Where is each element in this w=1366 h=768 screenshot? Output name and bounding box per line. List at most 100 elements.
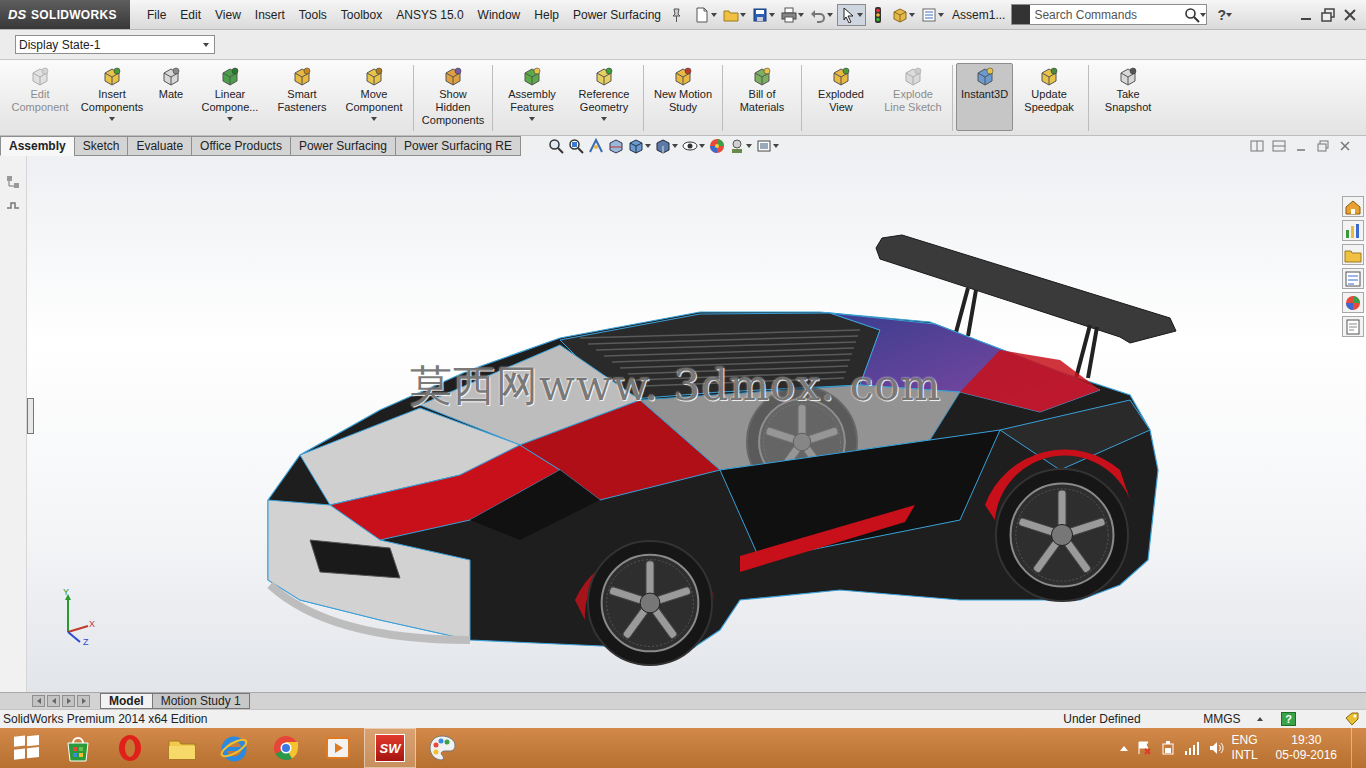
display-style-icon[interactable] <box>655 138 671 154</box>
zoom-fit-icon[interactable] <box>548 138 564 154</box>
command-icon[interactable] <box>161 66 181 86</box>
scroll-right-button[interactable] <box>62 695 75 707</box>
dropdown-arrow-icon[interactable] <box>740 13 746 17</box>
taskbar-app[interactable]: SW <box>364 728 416 768</box>
clock[interactable]: 19:3005-09-2016 <box>1276 733 1337 763</box>
minimize-icon[interactable] <box>1298 7 1314 23</box>
graphics-area[interactable]: 莫西网www. 3dmox. comYXZ <box>0 156 1366 692</box>
start-icon[interactable] <box>11 733 41 763</box>
home-icon[interactable] <box>1344 198 1362 216</box>
toolbar-button[interactable] <box>837 4 866 26</box>
command-button[interactable]: Smart Fasteners <box>266 63 338 131</box>
open-folder-icon[interactable] <box>723 7 739 23</box>
help-button[interactable]: ? <box>1217 7 1226 23</box>
tile-view-icon[interactable] <box>1272 139 1286 153</box>
ie-icon[interactable] <box>219 733 249 763</box>
power-icon[interactable] <box>1160 740 1176 756</box>
dropdown-arrow-icon[interactable] <box>746 144 752 148</box>
dropdown-arrow-icon[interactable] <box>203 43 209 47</box>
menu-item[interactable]: File <box>140 6 173 24</box>
toolbar-button[interactable] <box>779 5 806 25</box>
view-toolbar-button[interactable] <box>548 138 564 154</box>
command-button[interactable]: Mate <box>148 63 194 131</box>
dropdown-arrow-icon[interactable] <box>109 117 115 121</box>
command-icon[interactable] <box>752 66 772 86</box>
previous-view-icon[interactable] <box>588 138 604 154</box>
section-view-icon[interactable] <box>608 138 624 154</box>
command-button[interactable]: Assembly Features <box>496 63 568 131</box>
dropdown-arrow-icon[interactable] <box>1200 13 1206 17</box>
settings-icon[interactable] <box>921 7 937 23</box>
select-icon[interactable] <box>840 7 856 23</box>
command-icon[interactable] <box>1118 66 1138 86</box>
custom-properties-icon[interactable] <box>1344 318 1362 336</box>
edit-appearance-icon[interactable] <box>709 138 725 154</box>
display-style-icon[interactable] <box>655 138 671 154</box>
save-icon[interactable] <box>752 7 768 23</box>
unit-menu-arrow-icon[interactable] <box>1257 717 1263 721</box>
view-orientation-icon[interactable] <box>628 138 644 154</box>
view-palette-icon[interactable] <box>1344 270 1362 288</box>
car-model[interactable] <box>0 156 1366 692</box>
zoom-area-icon[interactable] <box>568 138 584 154</box>
dropdown-arrow-icon[interactable] <box>769 13 775 17</box>
store-icon[interactable] <box>63 733 93 763</box>
dropdown-arrow-icon[interactable] <box>1226 13 1232 17</box>
viewport-restore-icon[interactable] <box>1316 139 1330 153</box>
command-icon[interactable] <box>364 66 384 86</box>
file-explorer-icon[interactable] <box>1344 246 1362 264</box>
undo-icon[interactable] <box>810 7 826 23</box>
command-icon[interactable] <box>443 66 463 86</box>
command-button[interactable]: Show Hidden Components <box>417 63 489 131</box>
dropdown-arrow-icon[interactable] <box>827 13 833 17</box>
dropdown-arrow-icon[interactable] <box>938 13 944 17</box>
split-view-icon[interactable] <box>1250 139 1264 153</box>
view-orientation-icon[interactable] <box>628 138 644 154</box>
command-tab[interactable]: Sketch <box>74 136 129 156</box>
pin-icon[interactable] <box>668 7 684 23</box>
tile-view-icon[interactable] <box>1272 139 1286 153</box>
viewport-close-icon[interactable] <box>1338 139 1352 153</box>
toolbar-button[interactable] <box>868 5 888 25</box>
input-language[interactable]: ENGINTL <box>1232 733 1258 763</box>
view-toolbar-button[interactable] <box>709 138 725 154</box>
command-icon[interactable] <box>292 66 312 86</box>
view-toolbar-button[interactable] <box>628 138 651 154</box>
command-tab[interactable]: Power Surfacing <box>290 136 396 156</box>
command-button[interactable]: Bill of Materials <box>726 63 798 131</box>
toolbar-button[interactable] <box>721 5 748 25</box>
taskbar-app[interactable] <box>156 728 208 768</box>
command-icon[interactable] <box>443 66 463 86</box>
command-icon[interactable] <box>752 66 772 86</box>
home-icon[interactable] <box>1344 198 1362 216</box>
feature-tree-icon[interactable] <box>5 174 21 190</box>
command-icon[interactable] <box>831 66 851 86</box>
dropdown-arrow-icon[interactable] <box>711 13 717 17</box>
command-icon[interactable] <box>364 66 384 86</box>
store-icon[interactable] <box>63 733 93 763</box>
command-tab[interactable]: Assembly <box>0 136 75 156</box>
menu-item[interactable]: Tools <box>292 6 334 24</box>
car-model[interactable] <box>0 156 1366 692</box>
display-state-dropdown[interactable]: Display State-1 <box>15 35 215 54</box>
task-pane-tab[interactable] <box>1342 292 1364 313</box>
action-center-icon[interactable] <box>1136 740 1152 756</box>
previous-view-icon[interactable] <box>588 138 604 154</box>
section-view-icon[interactable] <box>608 138 624 154</box>
file-explorer-icon[interactable] <box>1344 246 1362 264</box>
chrome-icon[interactable] <box>271 733 301 763</box>
command-icon[interactable] <box>522 66 542 86</box>
save-icon[interactable] <box>752 7 768 23</box>
opera-icon[interactable] <box>115 733 145 763</box>
command-icon[interactable] <box>161 66 181 86</box>
view-settings-icon[interactable] <box>756 138 772 154</box>
dropdown-arrow-icon[interactable] <box>645 144 651 148</box>
rebuild-icon[interactable] <box>870 7 886 23</box>
command-button[interactable]: Reference Geometry <box>568 63 640 131</box>
viewport-minimize-icon[interactable] <box>1294 139 1308 153</box>
restore-icon[interactable] <box>1320 7 1336 23</box>
command-icon[interactable] <box>673 66 693 86</box>
explorer-icon[interactable] <box>167 733 197 763</box>
command-icon[interactable] <box>594 66 614 86</box>
network-icon[interactable] <box>1184 740 1200 756</box>
